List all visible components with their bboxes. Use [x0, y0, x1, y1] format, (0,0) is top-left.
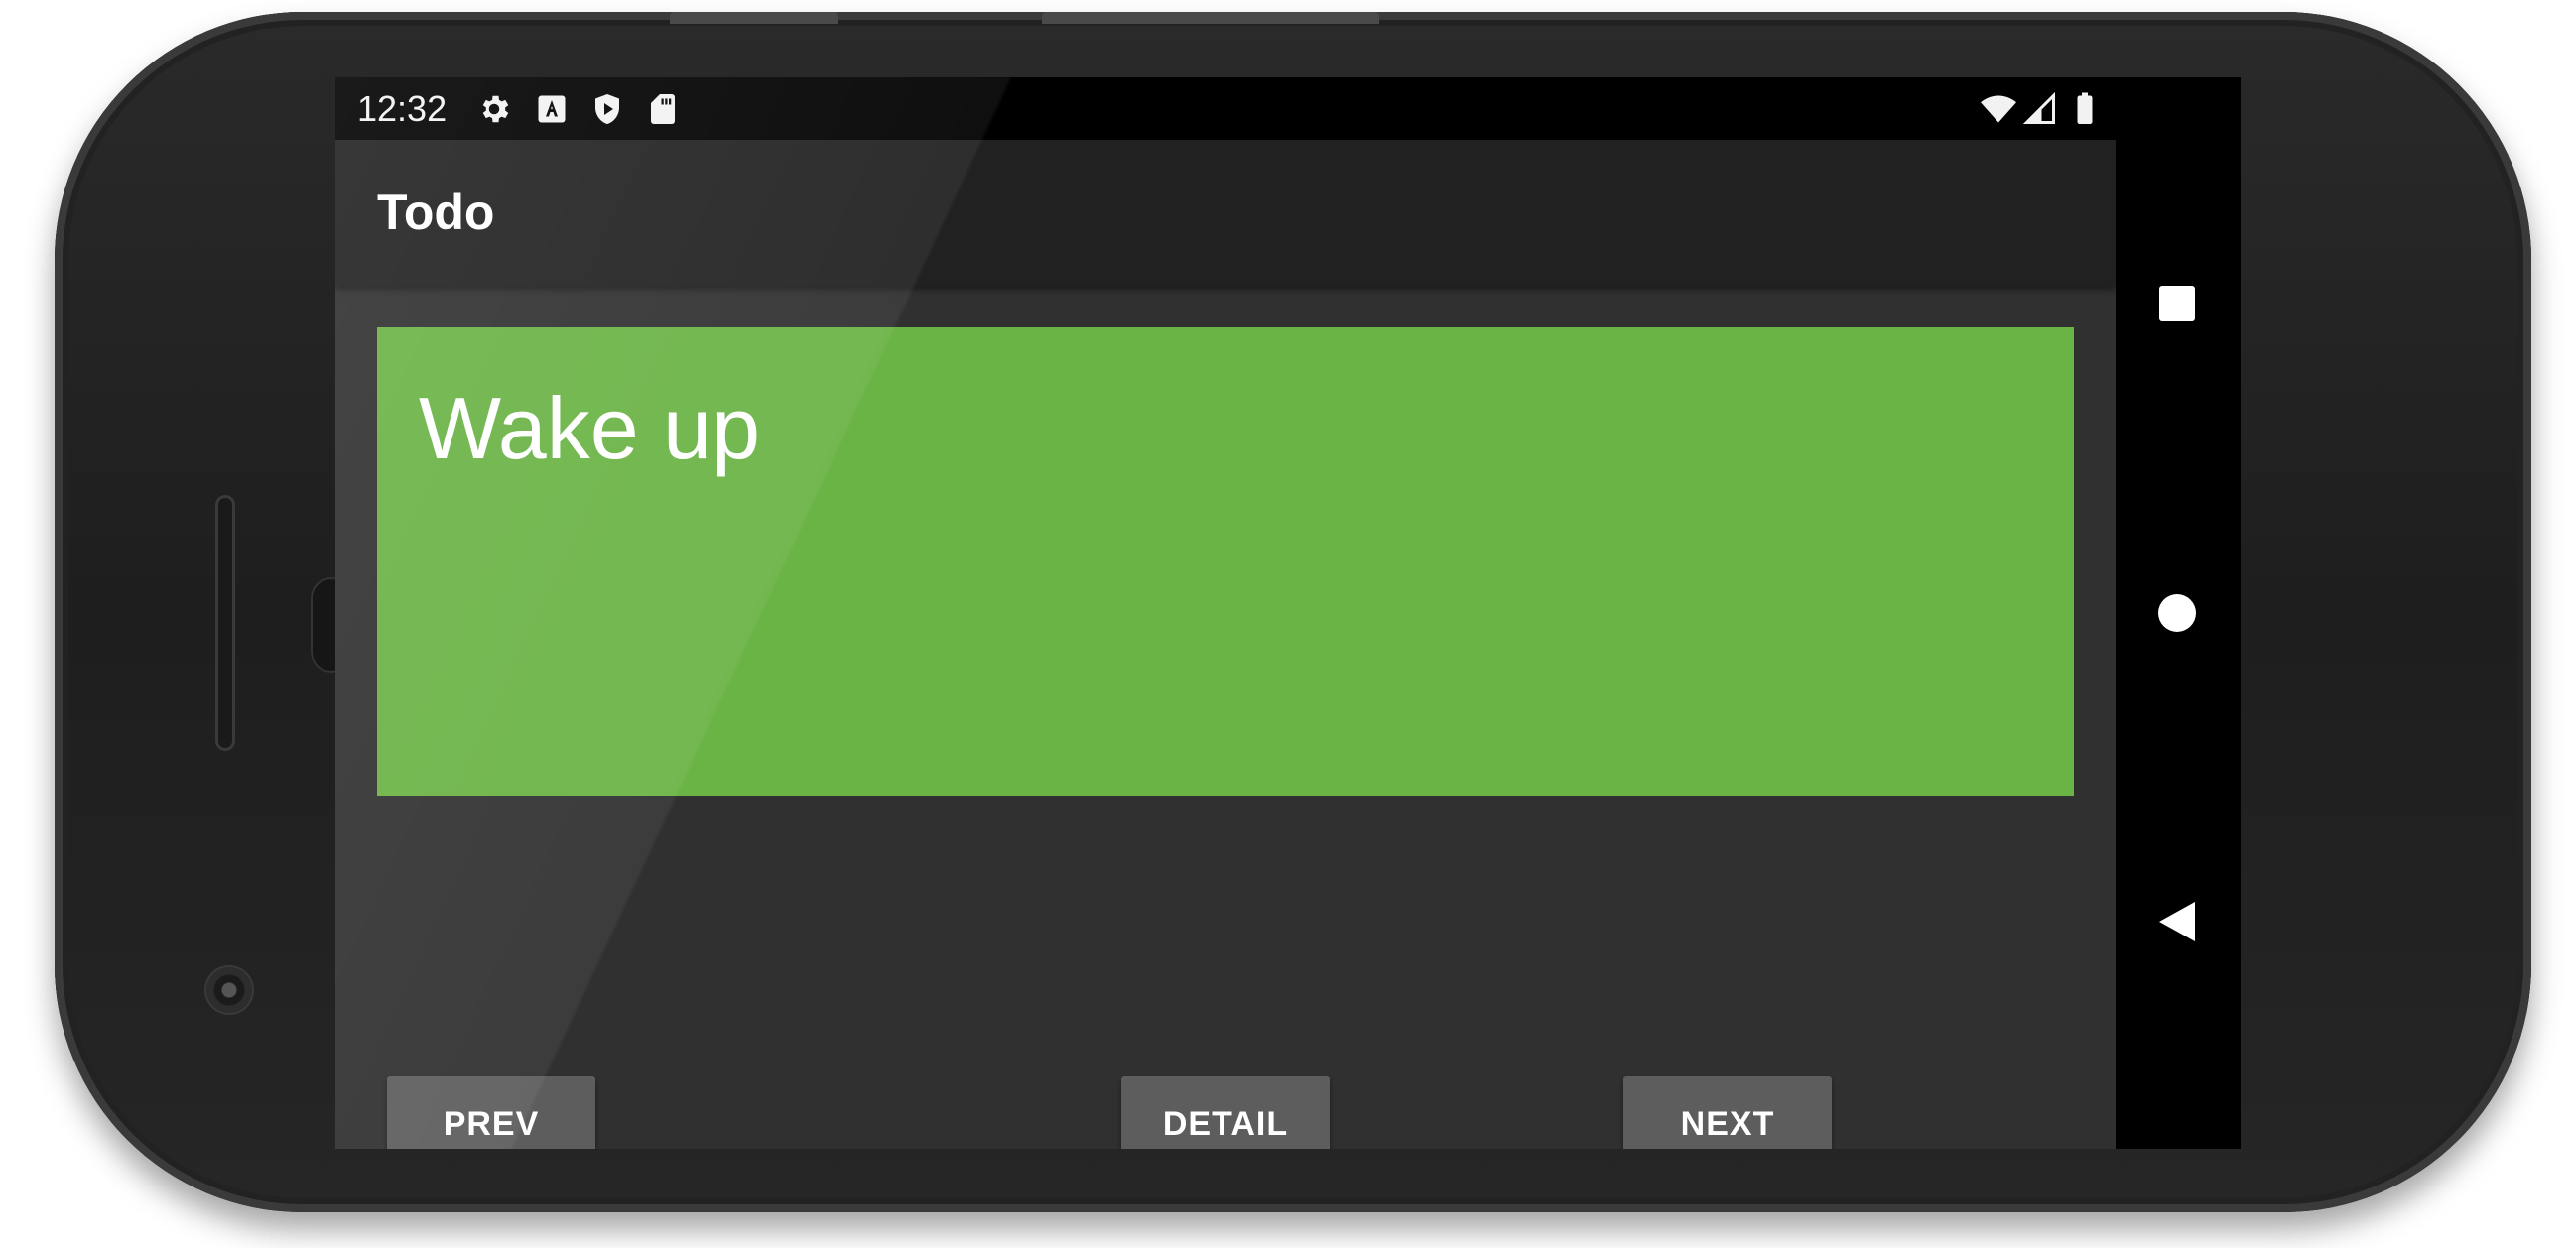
shield-play-icon — [595, 94, 619, 124]
next-button[interactable]: NEXT — [1623, 1076, 1832, 1149]
power-button — [670, 12, 838, 24]
home-icon[interactable] — [2157, 593, 2197, 633]
todo-text: Wake up — [419, 379, 761, 477]
gear-icon — [482, 95, 509, 123]
todo-card[interactable]: Wake up — [377, 327, 2074, 796]
prev-button[interactable]: PREV — [387, 1076, 595, 1149]
cellular-signal-icon — [2022, 91, 2055, 124]
detail-button[interactable]: DETAIL — [1121, 1076, 1330, 1149]
toolbar-title: Todo — [377, 185, 495, 240]
front-camera — [206, 967, 252, 1013]
recents-icon[interactable] — [2157, 284, 2197, 323]
sd-card-icon — [651, 94, 675, 124]
app-toolbar: Todo — [335, 140, 2116, 286]
back-icon[interactable] — [2157, 900, 2197, 943]
status-bar: 12:32 — [335, 77, 2241, 140]
navigation-bar — [2116, 77, 2241, 1149]
earpiece-speaker — [215, 495, 235, 751]
device-screen: 12:32 Todo Wake up PREV DETAIL NEXT — [335, 77, 2241, 1149]
app-content: Todo Wake up PREV DETAIL NEXT — [335, 140, 2116, 1149]
battery-icon — [2077, 92, 2093, 124]
font-a-icon — [538, 95, 566, 123]
status-time: 12:32 — [357, 88, 448, 129]
volume-button — [1042, 12, 1379, 24]
wifi-icon — [1981, 95, 2016, 123]
